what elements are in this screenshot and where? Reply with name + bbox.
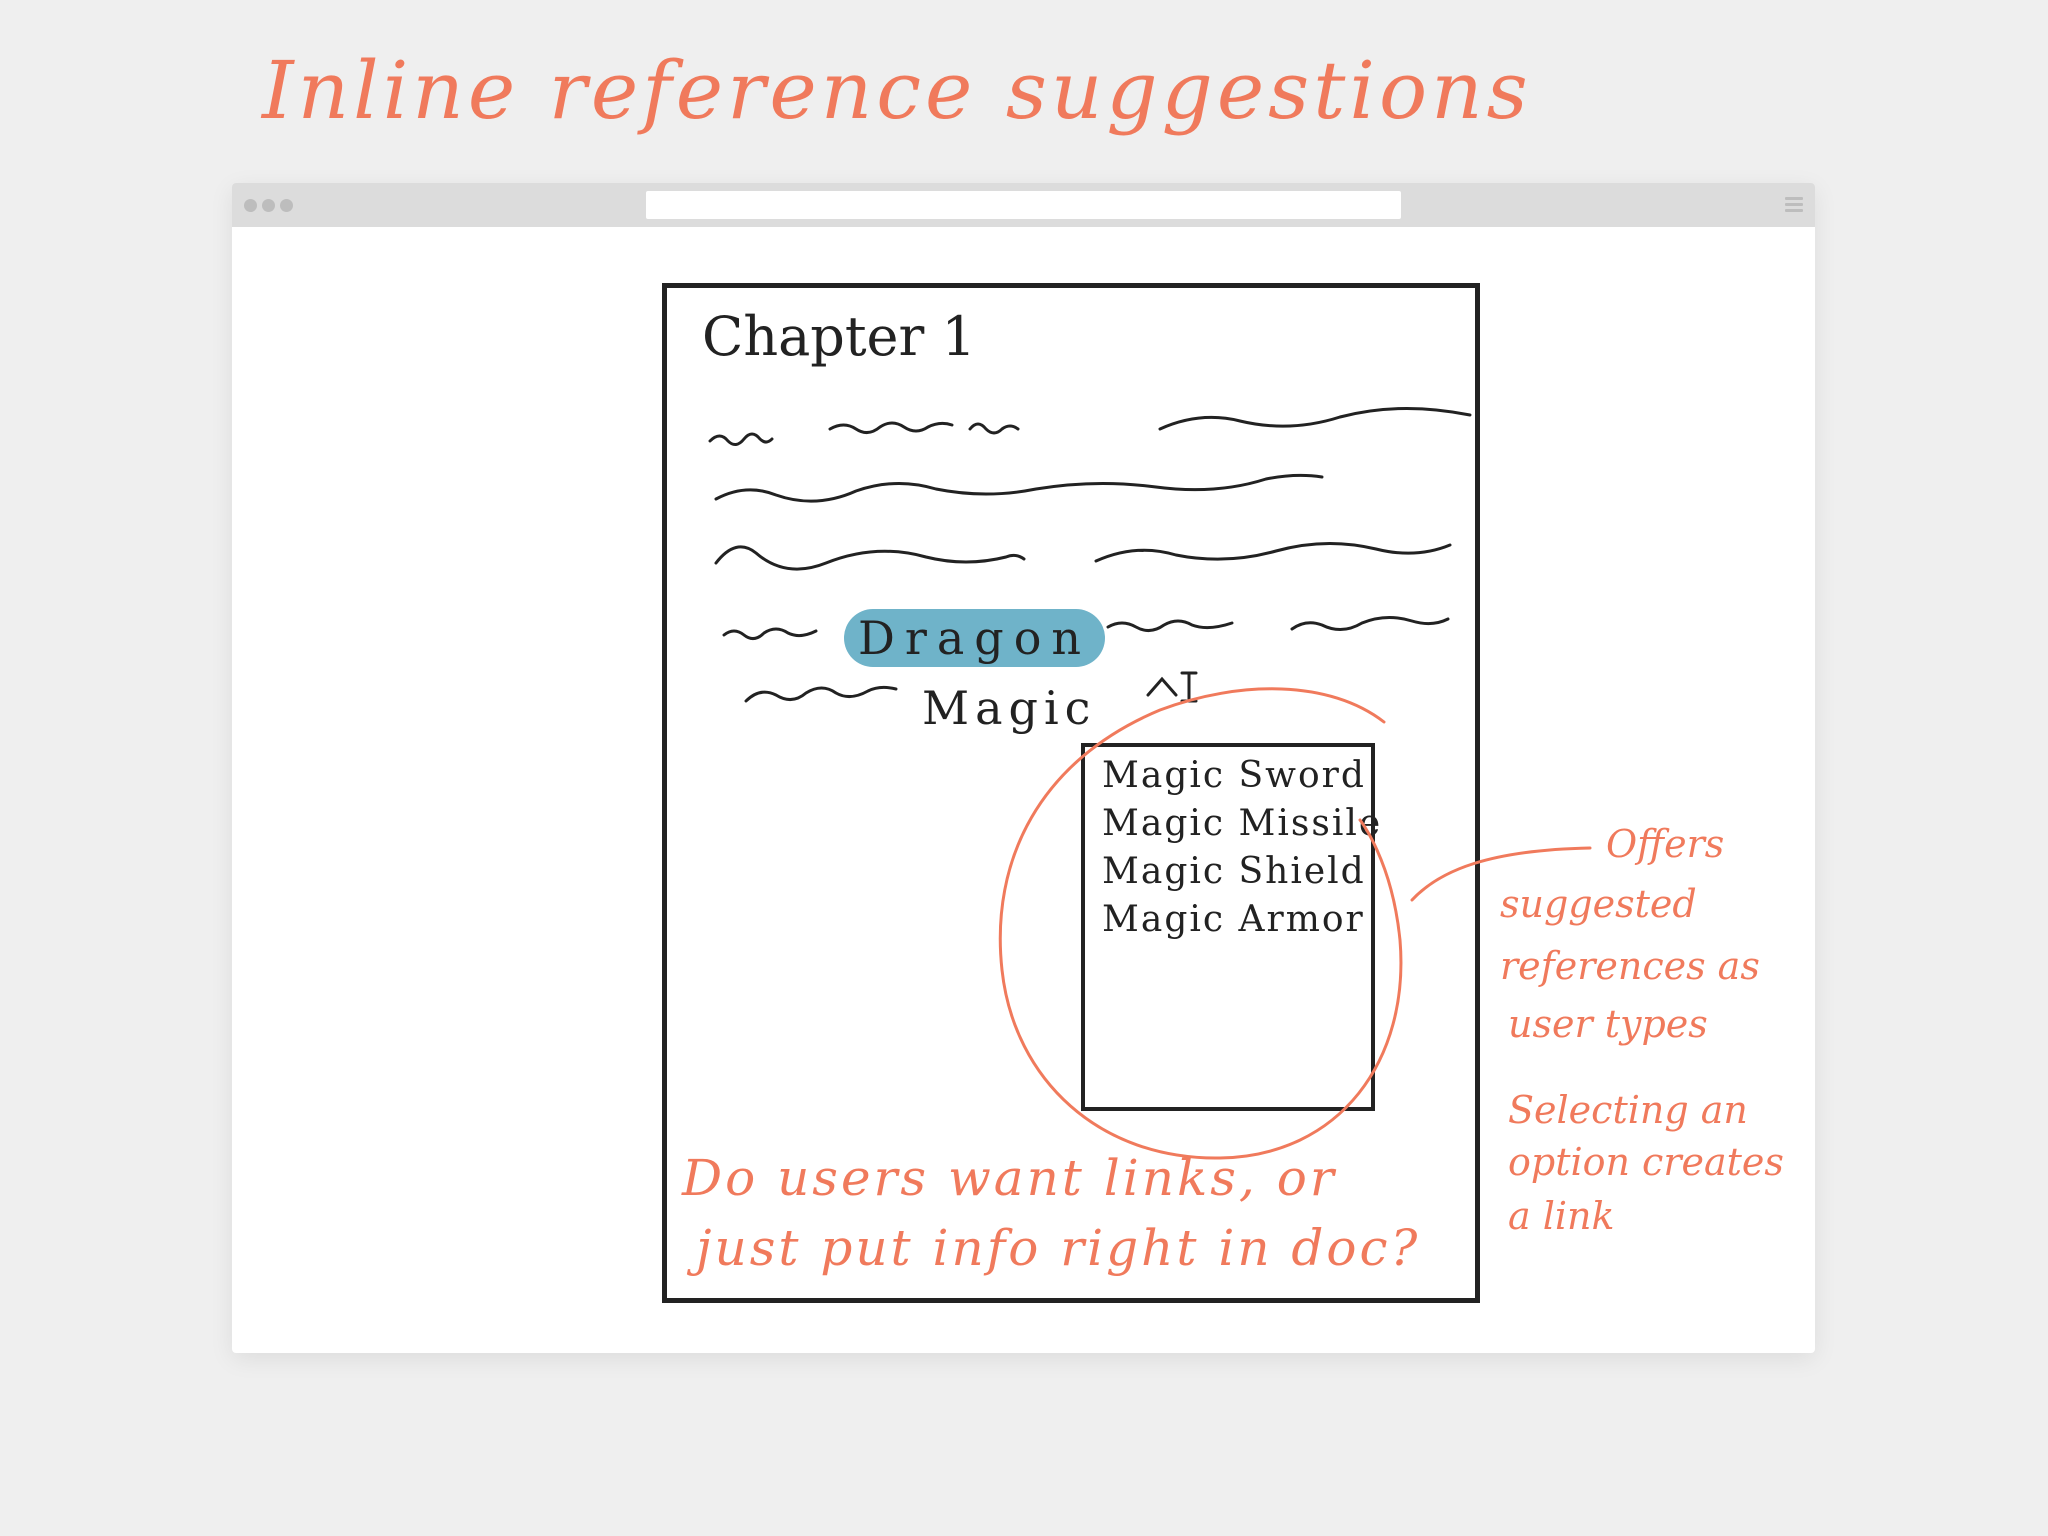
right-note-1-line-4: user types	[1508, 1002, 1708, 1046]
right-note-2-line-1: Selecting an	[1508, 1088, 1748, 1132]
annotation-circle	[998, 687, 1592, 1160]
right-note-1-line-1: Offers	[1606, 822, 1725, 866]
right-note-2-line-2: option creates	[1508, 1140, 1784, 1184]
right-note-1-line-3: references as	[1500, 944, 1760, 988]
right-note-2-line-3: a link	[1508, 1194, 1615, 1238]
right-note-1-line-2: suggested	[1500, 882, 1697, 926]
